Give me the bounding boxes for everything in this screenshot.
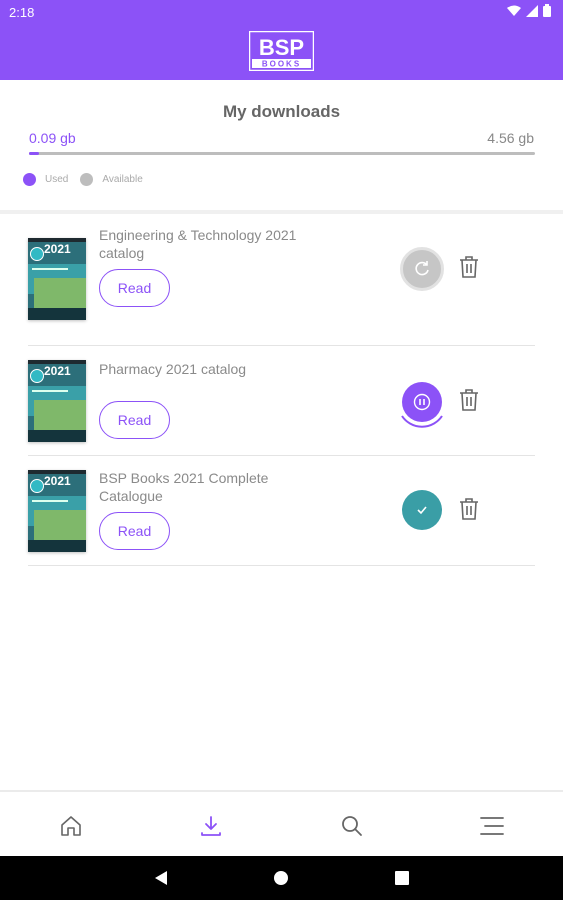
refresh-icon — [415, 261, 429, 276]
delete-button[interactable] — [457, 496, 481, 522]
catalog-cover-image[interactable]: 2021 — [28, 238, 86, 320]
home-icon — [61, 816, 81, 836]
cover-year: 2021 — [44, 364, 71, 378]
menu-icon — [480, 817, 504, 835]
legend-available-label: Available — [102, 174, 143, 185]
storage-legend: Used Available — [23, 173, 155, 186]
read-button[interactable]: Read — [99, 401, 170, 439]
bottom-nav — [0, 790, 563, 856]
system-nav-bar — [0, 856, 563, 900]
nav-search[interactable] — [339, 813, 365, 839]
legend-available-dot — [80, 173, 94, 186]
catalog-title: Engineering & Technology 2021 catalog — [99, 227, 297, 261]
downloaded-status-button[interactable] — [402, 490, 442, 530]
nav-home[interactable] — [58, 813, 84, 839]
page-title: My downloads — [222, 102, 341, 121]
read-button[interactable]: Read — [99, 269, 170, 307]
list-item: 2021 Pharmacy 2021 catalog Read — [28, 346, 535, 456]
catalog-cover-image[interactable]: 2021 — [28, 360, 86, 442]
legend-used-label: Used — [45, 174, 69, 185]
search-icon — [342, 816, 362, 836]
trash-icon — [460, 256, 478, 278]
status-time: 2:18 — [9, 5, 35, 20]
home-circle-icon — [274, 871, 288, 885]
download-progress-ring — [401, 415, 443, 428]
system-back-button[interactable] — [152, 869, 170, 887]
catalog-title: BSP Books 2021 Complete Catalogue — [99, 470, 269, 504]
cover-year: 2021 — [44, 474, 71, 488]
legend-used: Used — [23, 173, 68, 186]
signal-icon — [526, 4, 538, 17]
trash-icon — [460, 389, 478, 411]
available-storage-value: 4.56 gb — [487, 130, 534, 146]
storage-progress-bar — [29, 152, 535, 155]
trash-icon — [460, 498, 478, 520]
status-icons — [507, 4, 551, 17]
list-item: 2021 Engineering & Technology 2021 catal… — [28, 224, 535, 346]
logo-subtext: BOOKS — [262, 60, 301, 69]
status-bar: 2:18 — [0, 0, 563, 24]
check-icon — [417, 506, 427, 515]
cover-year: 2021 — [44, 242, 71, 256]
storage-progress-fill — [29, 152, 40, 155]
catalog-title: Pharmacy 2021 catalog — [99, 361, 247, 377]
section-divider — [0, 210, 563, 214]
logo-text: BSP — [259, 35, 304, 60]
wifi-icon — [507, 5, 521, 16]
recents-icon — [395, 871, 409, 885]
used-storage-value: 0.09 gb — [29, 130, 76, 146]
system-recents-button[interactable] — [393, 869, 411, 887]
bsp-books-logo: BSP BOOKS — [248, 30, 315, 72]
nav-downloads[interactable] — [198, 813, 224, 839]
list-item: 2021 BSP Books 2021 Complete Catalogue R… — [28, 456, 535, 566]
nav-menu[interactable] — [479, 813, 505, 839]
download-icon — [201, 816, 221, 836]
battery-icon — [543, 4, 551, 17]
read-button[interactable]: Read — [99, 512, 170, 550]
row-divider — [28, 565, 535, 566]
delete-button[interactable] — [457, 387, 481, 413]
legend-available: Available — [80, 173, 143, 186]
app-header: 2:18 BSP BOOKS — [0, 0, 563, 80]
back-icon — [155, 871, 167, 885]
delete-button[interactable] — [457, 254, 481, 280]
system-home-button[interactable] — [272, 869, 290, 887]
catalog-cover-image[interactable]: 2021 — [28, 470, 86, 552]
retry-download-button[interactable] — [400, 247, 444, 291]
legend-used-dot — [23, 173, 36, 186]
